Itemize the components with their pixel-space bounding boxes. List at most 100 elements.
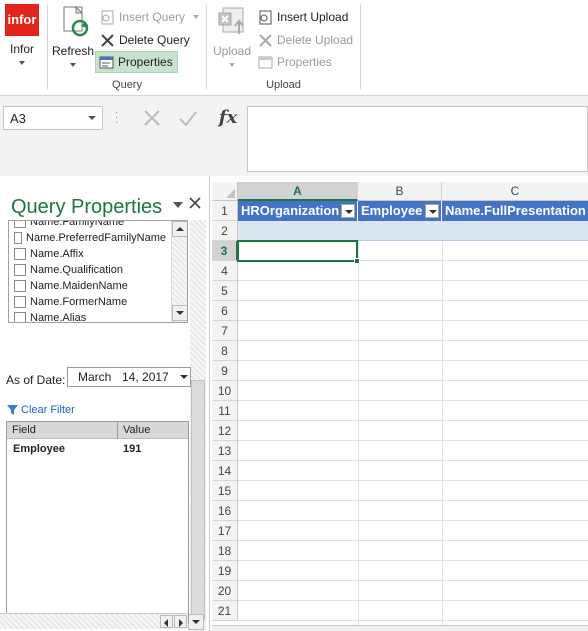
- table-header-employee[interactable]: Employee: [358, 201, 442, 221]
- row-header-18[interactable]: 18: [212, 541, 238, 561]
- checkbox[interactable]: [14, 232, 23, 244]
- chevron-down-icon[interactable]: [88, 116, 96, 120]
- field-checkbox-row[interactable]: Name.MaidenName: [14, 278, 166, 294]
- row-header-14[interactable]: 14: [212, 461, 238, 481]
- clear-filter-button[interactable]: Clear Filter: [7, 404, 75, 416]
- insert-query-button[interactable]: Insert Query: [97, 7, 202, 27]
- field-checkbox-row[interactable]: Name.FamilyName: [14, 220, 166, 230]
- infor-button[interactable]: infor Infor: [3, 4, 41, 74]
- field-checkbox-row[interactable]: Name.FormerName: [14, 294, 166, 310]
- delete-upload-button[interactable]: Delete Upload: [255, 30, 356, 50]
- infor-logo: infor: [5, 4, 39, 36]
- row-header-10[interactable]: 10: [212, 381, 238, 401]
- column-header-c[interactable]: C: [442, 182, 588, 201]
- row-header-11[interactable]: 11: [212, 401, 238, 421]
- query-properties-pane: Query Properties Name.FamilyName Name.Pre…: [0, 176, 210, 631]
- field-checkbox-row[interactable]: Name.PreferredFamilyName: [14, 230, 166, 246]
- close-icon: [100, 33, 115, 48]
- checkbox[interactable]: [14, 312, 26, 322]
- chevron-down-icon: [70, 63, 76, 67]
- row-header-19[interactable]: 19: [212, 561, 238, 581]
- filter-grid[interactable]: Field Value Employee 191: [6, 421, 189, 623]
- filter-dropdown-icon[interactable]: [341, 204, 355, 218]
- confirm-edit-icon[interactable]: [176, 107, 200, 129]
- row-header-20[interactable]: 20: [212, 581, 238, 601]
- row-header-15[interactable]: 15: [212, 481, 238, 501]
- row-header-21[interactable]: 21: [212, 601, 238, 621]
- refresh-label: Refresh: [52, 44, 95, 58]
- table-header-hrorganization[interactable]: HROrganization: [238, 201, 358, 221]
- upload-button[interactable]: Upload: [211, 4, 253, 74]
- upload-properties-label: Properties: [277, 55, 332, 69]
- row-header-2[interactable]: 2: [212, 221, 238, 241]
- delete-query-label: Delete Query: [119, 33, 190, 47]
- field-list[interactable]: Name.FamilyName Name.PreferredFamilyName N…: [8, 220, 188, 323]
- row-header-16[interactable]: 16: [212, 501, 238, 521]
- row-header-5[interactable]: 5: [212, 281, 238, 301]
- more-options-icon[interactable]: · · ·: [115, 108, 119, 128]
- row-header-12[interactable]: 12: [212, 421, 238, 441]
- row-header-7[interactable]: 7: [212, 321, 238, 341]
- table-data-row[interactable]: [238, 221, 588, 241]
- column-header-a[interactable]: A: [238, 182, 358, 201]
- delete-upload-label: Delete Upload: [277, 33, 354, 47]
- spreadsheet-grid[interactable]: A B C 1 2 3 4 5 6 7 8 9 10 11 12 13 14 15 16 17 18 19 20 21 …: [212, 182, 588, 631]
- insert-function-icon[interactable]: fx: [214, 106, 242, 130]
- row-header-1[interactable]: 1: [212, 201, 238, 221]
- close-pane-icon[interactable]: [188, 196, 202, 210]
- refresh-icon: [56, 4, 90, 38]
- scroll-right-arrow[interactable]: [174, 615, 187, 628]
- checkbox[interactable]: [14, 280, 26, 292]
- row-header-8[interactable]: 8: [212, 341, 238, 361]
- close-icon: [258, 33, 273, 48]
- header-text: HROrganization: [241, 203, 340, 218]
- name-box[interactable]: A3: [3, 106, 103, 130]
- checkbox[interactable]: [14, 296, 26, 308]
- scroll-up-arrow[interactable]: [172, 221, 187, 237]
- as-of-date-picker[interactable]: March 14, 2017: [67, 367, 191, 387]
- row-header-3[interactable]: 3: [212, 241, 238, 261]
- cancel-edit-icon[interactable]: [140, 107, 164, 129]
- checkbox[interactable]: [14, 264, 26, 276]
- select-all-corner[interactable]: [212, 182, 238, 201]
- pane-menu-icon[interactable]: [173, 202, 183, 208]
- field-list-scrollbar[interactable]: [171, 221, 187, 322]
- horizontal-scrollbar[interactable]: [0, 613, 188, 629]
- infor-label: Infor: [9, 42, 34, 56]
- insert-upload-icon: [258, 10, 273, 25]
- table-header-name-fullpresentation[interactable]: Name.FullPresentation: [442, 201, 588, 221]
- row-header-13[interactable]: 13: [212, 441, 238, 461]
- properties-icon: [258, 55, 273, 70]
- upload-properties-button[interactable]: Properties: [255, 52, 335, 72]
- as-of-month: March: [78, 370, 112, 384]
- insert-upload-button[interactable]: Insert Upload: [255, 7, 351, 27]
- row-header-9[interactable]: 9: [212, 361, 238, 381]
- header-text: Name.FullPresentation: [445, 203, 586, 218]
- filter-header-value: Value: [123, 424, 151, 436]
- formula-input[interactable]: [247, 106, 588, 172]
- calendar-dropdown-icon[interactable]: [180, 375, 188, 379]
- field-label: Name.PreferredFamilyName: [26, 232, 166, 244]
- delete-query-button[interactable]: Delete Query: [97, 30, 193, 50]
- insert-query-label: Insert Query: [119, 10, 186, 24]
- checkbox[interactable]: [14, 248, 26, 260]
- active-cell-a3[interactable]: [237, 240, 358, 262]
- field-checkbox-row[interactable]: Name.Qualification: [14, 262, 166, 278]
- pane-scroll-down-arrow[interactable]: [188, 614, 204, 630]
- query-properties-button[interactable]: Properties: [95, 51, 178, 73]
- row-header-17[interactable]: 17: [212, 521, 238, 541]
- field-checkbox-row[interactable]: Name.Affix: [14, 246, 166, 262]
- scroll-left-arrow[interactable]: [160, 615, 173, 628]
- checkbox[interactable]: [14, 221, 26, 228]
- fill-handle[interactable]: [354, 258, 360, 264]
- row-header-4[interactable]: 4: [212, 261, 238, 281]
- filter-dropdown-icon[interactable]: [425, 204, 439, 218]
- pane-scroll-thumb[interactable]: [191, 380, 205, 620]
- column-header-b[interactable]: B: [358, 182, 442, 201]
- row-header-6[interactable]: 6: [212, 301, 238, 321]
- scroll-down-arrow[interactable]: [172, 305, 187, 321]
- field-label: Name.FamilyName: [30, 220, 125, 228]
- field-checkbox-row[interactable]: Name.Alias: [14, 310, 166, 322]
- pane-scrollbar[interactable]: [190, 220, 206, 631]
- refresh-button[interactable]: Refresh: [52, 4, 94, 74]
